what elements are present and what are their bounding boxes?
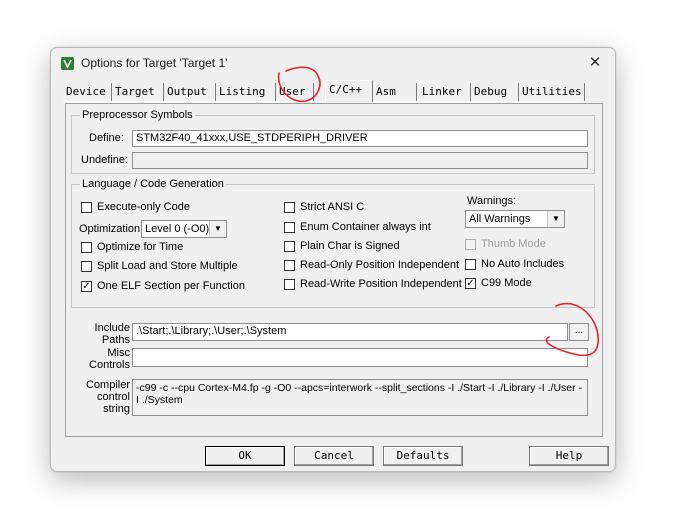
compiler-string-label-line3: string bbox=[103, 403, 130, 415]
tab-linker[interactable]: Linker bbox=[419, 83, 471, 101]
plain-char-checkbox[interactable] bbox=[284, 241, 295, 252]
tab-user[interactable]: User bbox=[276, 83, 314, 101]
undefine-field[interactable] bbox=[132, 152, 588, 169]
ro-pi-label: Read-Only Position Independent bbox=[300, 259, 459, 271]
define-label: Define: bbox=[89, 132, 124, 144]
ok-button[interactable]: OK bbox=[205, 446, 285, 466]
include-paths-label-line2: Paths bbox=[101, 334, 130, 346]
strict-ansi-label: Strict ANSI C bbox=[300, 201, 365, 213]
enum-container-label: Enum Container always int bbox=[300, 221, 431, 233]
thumb-mode-label: Thumb Mode bbox=[481, 238, 546, 250]
include-paths-browse-button[interactable]: ... bbox=[569, 323, 589, 341]
execute-only-checkbox[interactable] bbox=[81, 202, 92, 213]
one-elf-label: One ELF Section per Function bbox=[97, 280, 245, 292]
tab-debug[interactable]: Debug bbox=[471, 83, 519, 101]
c99-mode-label: C99 Mode bbox=[481, 277, 532, 289]
tab-output[interactable]: Output bbox=[164, 83, 216, 101]
compiler-control-string[interactable]: -c99 -c --cpu Cortex-M4.fp -g -O0 --apcs… bbox=[132, 379, 588, 416]
no-auto-includes-checkbox[interactable] bbox=[465, 259, 476, 270]
plain-char-label: Plain Char is Signed bbox=[300, 240, 400, 252]
tab-divider-line bbox=[63, 101, 583, 102]
options-dialog: Options for Target 'Target 1' ✕ Device T… bbox=[50, 47, 616, 472]
language-group-label: Language / Code Generation bbox=[82, 178, 224, 190]
tab-utilities[interactable]: Utilities bbox=[519, 83, 585, 101]
keil-options-icon bbox=[61, 57, 74, 70]
compiler-string-label-line1: Compiler bbox=[85, 379, 130, 391]
include-paths-field[interactable]: .\Start;.\Library;.\User;.\System bbox=[132, 323, 568, 341]
help-button[interactable]: Help bbox=[529, 446, 609, 466]
defaults-button[interactable]: Defaults bbox=[383, 446, 463, 466]
include-paths-label-line1: Include bbox=[94, 322, 130, 334]
tab-strip: Device Target Output Listing User C/C++ … bbox=[63, 80, 585, 103]
warnings-value: All Warnings bbox=[469, 213, 531, 225]
undefine-label: Undefine: bbox=[81, 154, 129, 166]
chevron-down-icon: ▼ bbox=[209, 221, 226, 237]
strict-ansi-checkbox[interactable] bbox=[284, 202, 295, 213]
tab-c-cpp[interactable]: C/C++ bbox=[325, 80, 373, 102]
compiler-string-label-line2: control bbox=[96, 391, 130, 403]
optimization-select[interactable]: Level 0 (-O0) ▼ bbox=[141, 220, 227, 238]
one-elf-checkbox[interactable]: ✓ bbox=[81, 281, 92, 292]
warnings-select[interactable]: All Warnings ▼ bbox=[465, 210, 565, 228]
split-load-store-checkbox[interactable] bbox=[81, 261, 92, 272]
tab-listing[interactable]: Listing bbox=[216, 83, 276, 101]
define-field[interactable]: STM32F40_41xxx,USE_STDPERIPH_DRIVER bbox=[132, 130, 588, 147]
no-auto-includes-label: No Auto Includes bbox=[481, 258, 565, 270]
misc-controls-label-line1: Misc bbox=[107, 347, 130, 359]
optimize-time-checkbox[interactable] bbox=[81, 242, 92, 253]
rw-pi-checkbox[interactable] bbox=[284, 279, 295, 290]
misc-controls-label-line2: Controls bbox=[89, 359, 130, 371]
chevron-down-icon: ▼ bbox=[547, 211, 564, 227]
split-load-store-label: Split Load and Store Multiple bbox=[97, 260, 238, 272]
preprocessor-group-label: Preprocessor Symbols bbox=[82, 109, 193, 121]
cancel-button[interactable]: Cancel bbox=[294, 446, 374, 466]
rw-pi-label: Read-Write Position Independent bbox=[300, 278, 462, 290]
execute-only-label: Execute-only Code bbox=[97, 201, 190, 213]
tab-target[interactable]: Target bbox=[112, 83, 164, 101]
ro-pi-checkbox[interactable] bbox=[284, 260, 295, 271]
misc-controls-label: Misc Controls bbox=[74, 347, 130, 371]
tab-asm[interactable]: Asm bbox=[373, 83, 417, 101]
tab-device[interactable]: Device bbox=[63, 83, 112, 101]
enum-container-checkbox[interactable] bbox=[284, 222, 295, 233]
thumb-mode-checkbox[interactable] bbox=[465, 239, 476, 250]
compiler-string-label: Compiler control string bbox=[74, 379, 130, 415]
optimize-time-label: Optimize for Time bbox=[97, 241, 184, 253]
misc-controls-field[interactable] bbox=[132, 348, 588, 367]
title-bar: Options for Target 'Target 1' ✕ bbox=[51, 48, 615, 78]
close-icon[interactable]: ✕ bbox=[585, 53, 605, 73]
window-title: Options for Target 'Target 1' bbox=[81, 56, 228, 70]
c-cpp-tab-panel: Preprocessor Symbols Define: STM32F40_41… bbox=[65, 103, 603, 437]
include-paths-label: Include Paths bbox=[74, 322, 130, 346]
c99-mode-checkbox[interactable]: ✓ bbox=[465, 278, 476, 289]
warnings-label: Warnings: bbox=[467, 195, 517, 207]
optimization-value: Level 0 (-O0) bbox=[145, 223, 210, 235]
optimization-label: Optimization: bbox=[79, 223, 144, 235]
